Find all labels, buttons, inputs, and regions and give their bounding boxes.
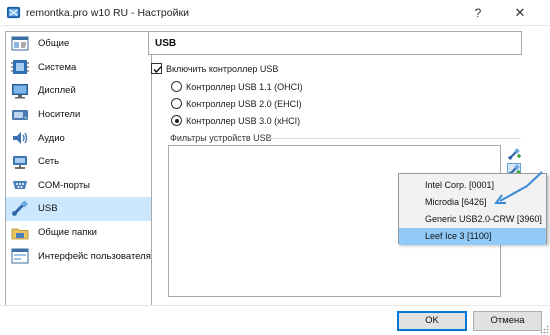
menu-item-device-selected[interactable]: Leef Ice 3 [1100] bbox=[399, 227, 546, 245]
sidebar-label-storage: Носители bbox=[38, 109, 81, 121]
help-button[interactable]: ? bbox=[463, 0, 493, 26]
sidebar-item-serial-ports[interactable]: COM-порты bbox=[6, 174, 151, 198]
shared-folders-icon bbox=[11, 228, 29, 239]
menu-item-device[interactable]: Microdia [6426] bbox=[399, 193, 546, 210]
usb30-radio[interactable] bbox=[171, 115, 182, 126]
sidebar-item-user-interface[interactable]: Интерфейс пользователя bbox=[6, 244, 151, 268]
sidebar-item-usb[interactable]: USB bbox=[6, 197, 151, 221]
checkmark-icon bbox=[153, 66, 162, 74]
sidebar-label-user-interface: Интерфейс пользователя bbox=[38, 250, 151, 262]
enable-usb-checkbox[interactable] bbox=[151, 63, 162, 74]
usb20-radio[interactable] bbox=[171, 98, 182, 109]
usb11-label[interactable]: Контроллер USB 1.1 (OHCI) bbox=[186, 82, 303, 92]
general-icon bbox=[11, 36, 29, 51]
menu-item-device[interactable]: Intel Corp. [0001] bbox=[399, 176, 546, 193]
virtualbox-app-icon bbox=[6, 6, 21, 19]
storage-icon bbox=[12, 109, 28, 120]
sidebar-label-usb: USB bbox=[38, 203, 58, 215]
ok-button[interactable]: OK bbox=[397, 311, 467, 331]
sidebar-label-general: Общие bbox=[38, 38, 70, 50]
divider bbox=[268, 138, 521, 139]
usb30-label[interactable]: Контроллер USB 3.0 (xHCI) bbox=[186, 116, 300, 126]
title-bar: remontka.pro w10 RU - Настройки ? ✕ bbox=[0, 0, 550, 26]
sidebar-item-display[interactable]: Дисплей bbox=[6, 79, 151, 103]
audio-icon bbox=[13, 132, 28, 145]
sidebar-label-network: Сеть bbox=[38, 156, 60, 168]
settings-sidebar: Общие Система Дисплей Носители Аудио Сет… bbox=[5, 31, 152, 306]
resize-grip-icon[interactable] bbox=[540, 325, 549, 334]
window-title: remontka.pro w10 RU - Настройки bbox=[26, 7, 189, 19]
add-empty-filter-icon[interactable] bbox=[507, 147, 521, 161]
menu-item-device[interactable]: Generic USB2.0-CRW [3960] bbox=[399, 210, 546, 227]
display-icon bbox=[12, 83, 28, 99]
sidebar-label-shared-folders: Общие папки bbox=[38, 227, 97, 239]
usb11-radio[interactable] bbox=[171, 81, 182, 92]
sidebar-item-shared-folders[interactable]: Общие папки bbox=[6, 221, 151, 245]
user-interface-icon bbox=[11, 248, 29, 264]
enable-usb-label[interactable]: Включить контроллер USB bbox=[166, 64, 278, 74]
sidebar-item-audio[interactable]: Аудио bbox=[6, 126, 151, 150]
cancel-button[interactable]: Отмена bbox=[473, 311, 542, 331]
serial-ports-icon bbox=[13, 181, 27, 190]
page-title: USB bbox=[155, 38, 177, 49]
sidebar-item-network[interactable]: Сеть bbox=[6, 150, 151, 174]
system-icon bbox=[11, 60, 29, 75]
sidebar-item-storage[interactable]: Носители bbox=[6, 103, 151, 127]
sidebar-item-general[interactable]: Общие bbox=[6, 32, 151, 56]
sidebar-item-system[interactable]: Система bbox=[6, 56, 151, 80]
sidebar-label-system: Система bbox=[38, 61, 77, 73]
divider bbox=[0, 305, 550, 306]
close-button[interactable]: ✕ bbox=[500, 0, 540, 26]
page-header: USB bbox=[148, 31, 522, 55]
sidebar-label-serial-ports: COM-порты bbox=[38, 179, 91, 191]
usb-icon bbox=[12, 200, 29, 216]
sidebar-label-display: Дисплей bbox=[38, 85, 76, 97]
usb20-label[interactable]: Контроллер USB 2.0 (EHCI) bbox=[186, 99, 302, 109]
usb-device-menu: Intel Corp. [0001] Microdia [6426] Gener… bbox=[398, 173, 547, 245]
network-icon bbox=[13, 155, 27, 169]
sidebar-label-audio: Аудио bbox=[38, 132, 65, 144]
filters-label: Фильтры устройств USB bbox=[170, 133, 272, 143]
